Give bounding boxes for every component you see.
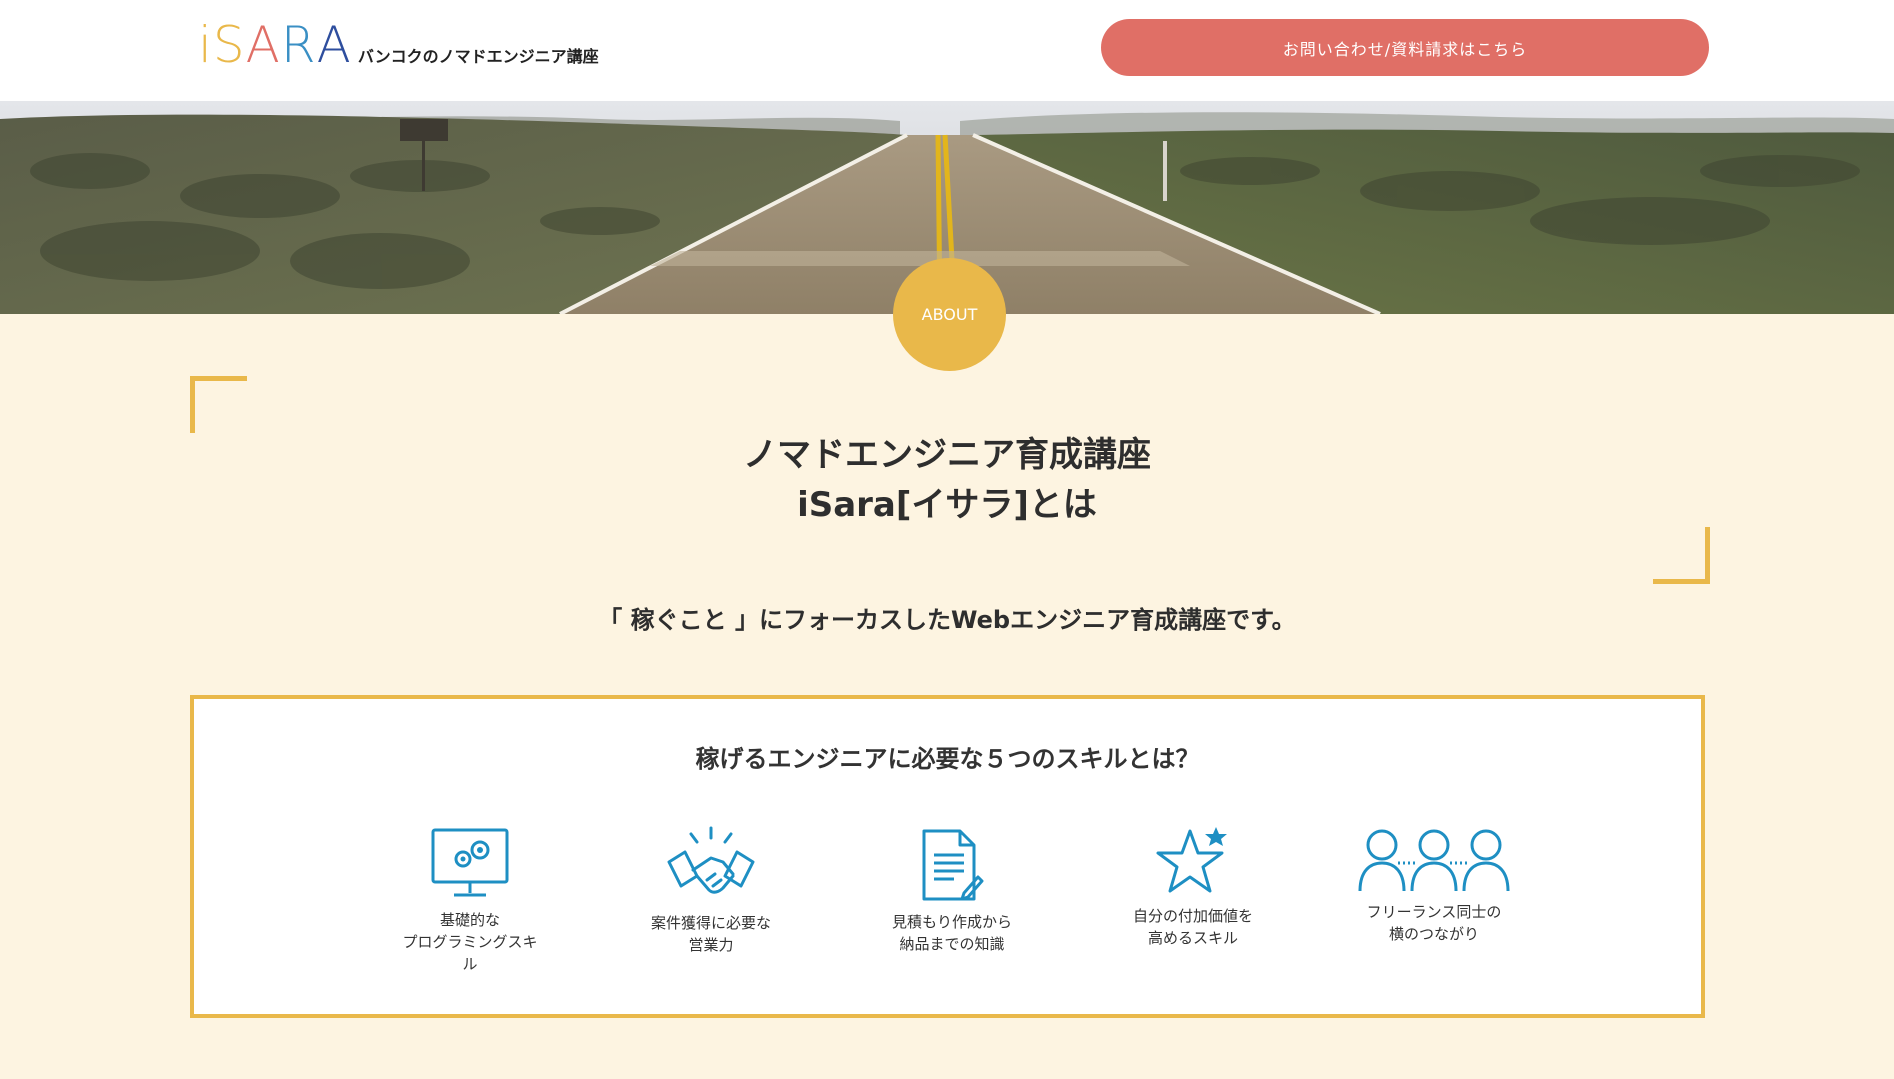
people-network-icon xyxy=(1358,829,1510,892)
skill-label: 見積もり作成から 納品までの知識 xyxy=(852,911,1052,955)
logo-tagline: バンコクのノマドエンジニア講座 xyxy=(357,47,599,66)
document-pen-icon xyxy=(922,829,984,901)
corner-decoration-bottom-right xyxy=(1653,527,1710,584)
skill-item: 自分の付加価値を 高めるスキル xyxy=(1093,825,1293,949)
logo-letter: A xyxy=(316,16,352,74)
skill-label-line: 高めるスキル xyxy=(1147,929,1238,947)
about-badge: ABOUT xyxy=(893,258,1006,371)
skill-label-line: 案件獲得に必要な xyxy=(650,914,771,932)
skill-label-line: 自分の付加価値を xyxy=(1132,907,1253,925)
logo[interactable]: i S A R A バンコクのノマドエンジニア講座 xyxy=(198,16,599,74)
skill-label: 自分の付加価値を 高めるスキル xyxy=(1093,905,1293,949)
skill-label-line: 納品までの知識 xyxy=(899,935,1005,953)
logo-letter: S xyxy=(212,16,246,74)
skill-label-line: ル xyxy=(462,955,478,973)
monitor-gears-icon xyxy=(431,828,509,897)
skills-title: 稼げるエンジニアに必要な５つのスキルとは？ xyxy=(695,745,1200,773)
skill-label: 基礎的な プログラミングスキ ル xyxy=(370,909,570,975)
skill-label-line: 営業力 xyxy=(688,936,734,954)
logo-letter: A xyxy=(245,16,281,74)
star-plus-one-icon xyxy=(1156,827,1227,893)
skill-label-line: 基礎的な xyxy=(439,911,500,929)
skill-label-line: 見積もり作成から xyxy=(891,913,1012,931)
skill-item: フリーランス同士の 横のつながり xyxy=(1334,825,1534,945)
skill-label-line: プログラミングスキ xyxy=(402,933,538,951)
logo-letter: R xyxy=(280,16,317,74)
section-title-sub: iSara[イサラ]とは xyxy=(797,485,1097,525)
corner-decoration-top-left xyxy=(190,376,247,433)
skill-item: 案件獲得に必要な 営業力 xyxy=(611,824,811,956)
site-header: i S A R A バンコクのノマドエンジニア講座 お問い合わせ/資料請求はこち… xyxy=(0,0,1894,101)
skill-item: 見積もり作成から 納品までの知識 xyxy=(852,827,1052,955)
handshake-icon xyxy=(667,826,755,894)
skill-label-line: 横のつながり xyxy=(1388,925,1479,943)
logo-wordmark: i S A R A xyxy=(198,16,352,74)
skill-label: フリーランス同士の 横のつながり xyxy=(1334,901,1534,945)
logo-letter: i xyxy=(198,16,213,74)
skill-label-line: フリーランス同士の xyxy=(1366,903,1502,921)
contact-cta-button[interactable]: お問い合わせ/資料請求はこちら xyxy=(1101,19,1709,76)
lead-text: 「 稼ぐこと 」にフォーカスしたWebエンジニア育成講座です。 xyxy=(598,606,1296,634)
skill-item: 基礎的な プログラミングスキ ル xyxy=(370,827,570,975)
section-title: ノマドエンジニア育成講座 xyxy=(743,435,1151,475)
skills-panel: 稼げるエンジニアに必要な５つのスキルとは？ 基礎的な プログラミングスキ ル 案… xyxy=(190,695,1705,1018)
skill-label: 案件獲得に必要な 営業力 xyxy=(611,912,811,956)
